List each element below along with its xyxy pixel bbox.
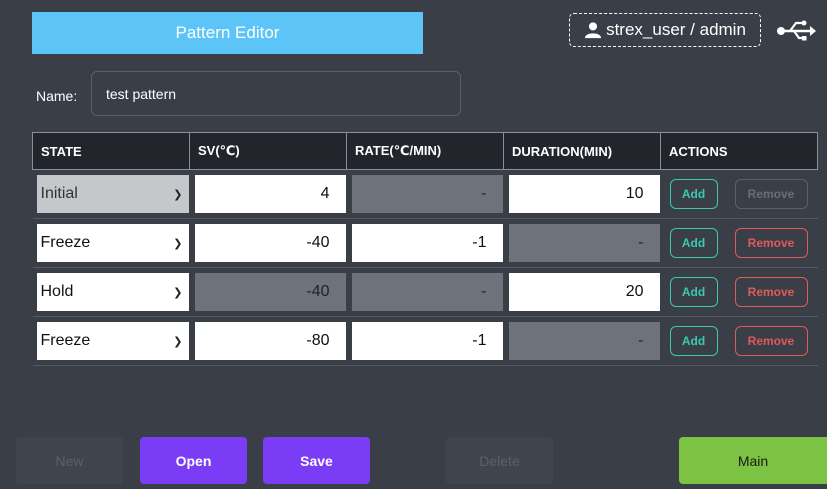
rate-input: - bbox=[351, 273, 503, 311]
remove-row-button[interactable]: Remove bbox=[734, 277, 808, 307]
chevron-down-icon: ❯ bbox=[173, 286, 183, 299]
user-account-button[interactable]: strex_user / admin bbox=[569, 13, 761, 47]
chevron-down-icon: ❯ bbox=[173, 237, 183, 250]
table-row: Freeze ❯ -40 -1 - Add Remove bbox=[32, 218, 818, 268]
delete-button: Delete bbox=[446, 437, 553, 484]
pattern-table: STATE SV(℃) RATE(℃/MIN) DURATION(MIN) AC… bbox=[32, 132, 818, 366]
duration-input: - bbox=[508, 224, 660, 262]
state-select[interactable]: Freeze ❯ bbox=[36, 224, 189, 262]
state-select[interactable]: Hold ❯ bbox=[36, 273, 189, 311]
state-value: Initial bbox=[40, 185, 78, 202]
pattern-name-input[interactable] bbox=[91, 71, 461, 116]
add-row-button[interactable]: Add bbox=[669, 228, 718, 258]
sv-input: -40 bbox=[194, 273, 346, 311]
main-button[interactable]: Main bbox=[679, 437, 827, 484]
duration-input[interactable]: 20 bbox=[508, 273, 660, 311]
chevron-down-icon: ❯ bbox=[173, 188, 183, 201]
table-row: Initial ❯ 4 - 10 Add Remove bbox=[32, 169, 818, 219]
state-select[interactable]: Freeze ❯ bbox=[36, 322, 189, 360]
rate-input: - bbox=[351, 175, 503, 213]
remove-row-button: Remove bbox=[734, 179, 808, 209]
state-value: Freeze bbox=[40, 332, 91, 349]
duration-input[interactable]: 10 bbox=[508, 175, 660, 213]
open-button[interactable]: Open bbox=[140, 437, 247, 484]
state-value: Hold bbox=[40, 283, 74, 300]
sv-input[interactable]: -40 bbox=[194, 224, 346, 262]
save-button[interactable]: Save bbox=[263, 437, 370, 484]
user-icon bbox=[584, 22, 602, 39]
column-header-actions: ACTIONS bbox=[660, 132, 818, 170]
sv-input[interactable]: -80 bbox=[194, 322, 346, 360]
table-row: Hold ❯ -40 - 20 Add Remove bbox=[32, 267, 818, 317]
state-select[interactable]: Initial ❯ bbox=[36, 175, 189, 213]
duration-input: - bbox=[508, 322, 660, 360]
sv-input[interactable]: 4 bbox=[194, 175, 346, 213]
add-row-button[interactable]: Add bbox=[669, 277, 718, 307]
column-header-state: STATE bbox=[32, 132, 190, 170]
name-label: Name: bbox=[36, 88, 78, 104]
rate-input[interactable]: -1 bbox=[351, 224, 503, 262]
add-row-button[interactable]: Add bbox=[669, 326, 718, 356]
state-value: Freeze bbox=[40, 234, 91, 251]
table-row: Freeze ❯ -80 -1 - Add Remove bbox=[32, 316, 818, 366]
column-header-duration: DURATION(MIN) bbox=[503, 132, 661, 170]
rate-input[interactable]: -1 bbox=[351, 322, 503, 360]
page-title: Pattern Editor bbox=[32, 12, 423, 54]
chevron-down-icon: ❯ bbox=[173, 335, 183, 348]
column-header-sv: SV(℃) bbox=[189, 132, 347, 170]
remove-row-button[interactable]: Remove bbox=[734, 326, 808, 356]
add-row-button[interactable]: Add bbox=[669, 179, 718, 209]
new-button: New bbox=[16, 437, 123, 484]
user-name: strex_user / admin bbox=[606, 20, 746, 39]
usb-icon bbox=[777, 20, 816, 41]
remove-row-button[interactable]: Remove bbox=[734, 228, 808, 258]
table-header-row: STATE SV(℃) RATE(℃/MIN) DURATION(MIN) AC… bbox=[32, 132, 818, 170]
column-header-rate: RATE(℃/MIN) bbox=[346, 132, 504, 170]
